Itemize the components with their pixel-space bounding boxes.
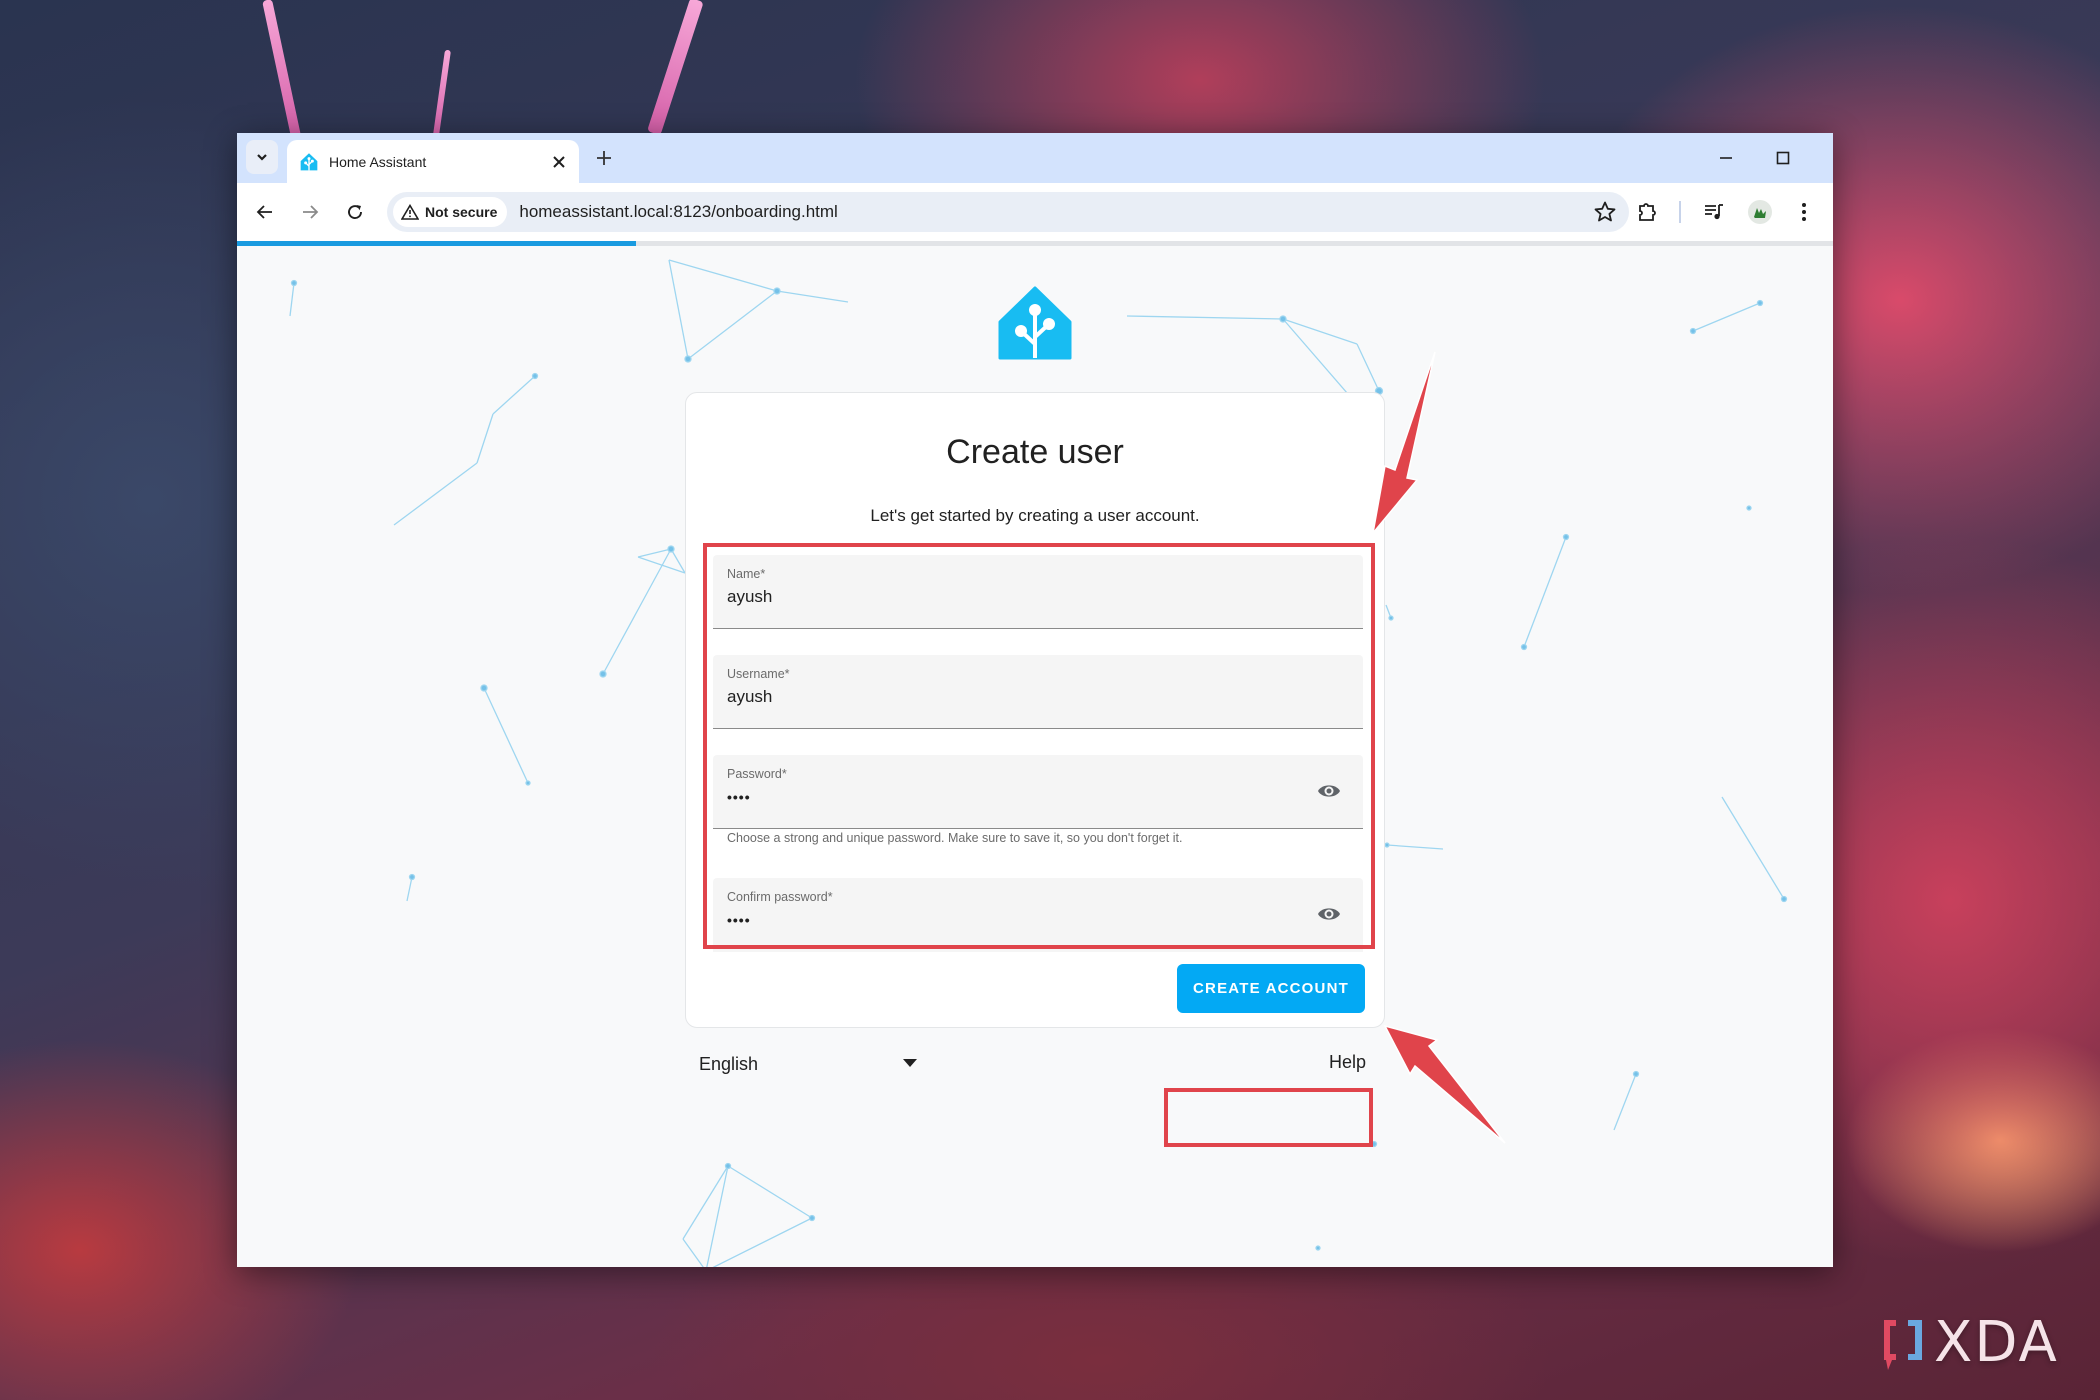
home-assistant-icon [300, 152, 318, 170]
window-close-button[interactable] [1820, 143, 1833, 173]
tab-home-assistant[interactable]: Home Assistant [287, 140, 579, 183]
new-tab-icon [597, 151, 611, 165]
tab-list-button[interactable] [246, 140, 278, 174]
page-subtitle: Let's get started by creating a user acc… [870, 506, 1200, 525]
close-icon[interactable] [547, 150, 571, 174]
username-input[interactable]: ayush [727, 687, 772, 707]
forward-icon [303, 205, 319, 219]
reload-button[interactable] [339, 196, 371, 228]
background-decoration [432, 49, 451, 140]
url-text[interactable]: homeassistant.local:8123/onboarding.html [519, 202, 837, 222]
name-input[interactable]: ayush [727, 587, 772, 607]
dropdown-caret-icon [903, 1059, 917, 1067]
window-close-icon [1832, 150, 1833, 166]
profile-button[interactable] [1744, 196, 1776, 228]
create-account-button[interactable]: CREATE ACCOUNT [1177, 964, 1365, 1013]
minimize-button[interactable] [1706, 143, 1746, 173]
bookmark-star-icon[interactable] [1593, 200, 1617, 224]
new-tab-button[interactable] [591, 145, 617, 171]
extensions-icon [1639, 203, 1656, 221]
username-label: Username* [727, 667, 790, 681]
address-bar[interactable]: Not secure homeassistant.local:8123/onbo… [387, 192, 1629, 232]
confirm-password-label: Confirm password* [727, 890, 833, 904]
show-password-icon[interactable] [1317, 779, 1341, 803]
name-label: Name* [727, 567, 766, 581]
profile-avatar-icon [1748, 200, 1772, 224]
tab-title: Home Assistant [329, 153, 427, 170]
more-menu-button[interactable] [1788, 196, 1820, 228]
page-viewport: Create user Let's get started by creatin… [237, 246, 1833, 1267]
back-icon [256, 205, 272, 219]
password-helper-text: Choose a strong and unique password. Mak… [727, 831, 1183, 845]
create-user-card: Create user Let's get started by creatin… [685, 392, 1385, 1028]
toolbar: Not secure homeassistant.local:8123/onbo… [237, 183, 1833, 241]
tab-strip: Home Assistant [237, 133, 1833, 183]
security-label: Not secure [425, 204, 498, 220]
forward-button[interactable] [294, 196, 326, 228]
background-decoration [647, 0, 704, 136]
password-label: Password* [727, 767, 787, 781]
warning-icon [401, 204, 419, 220]
password-input[interactable]: •••• [727, 789, 751, 805]
maximize-icon [1776, 151, 1790, 165]
back-button[interactable] [249, 196, 281, 228]
show-confirm-password-icon[interactable] [1317, 902, 1341, 926]
xda-logo-icon [1884, 1319, 1922, 1370]
more-menu-icon [1802, 203, 1806, 221]
xda-watermark: XDA [1880, 1310, 2059, 1375]
language-value: English [699, 1053, 759, 1074]
reload-icon [348, 205, 362, 219]
page-title: Create user [946, 433, 1124, 471]
browser-window: Home Assistant Not secure homeassistant.… [237, 133, 1833, 1267]
language-select[interactable]: English [699, 1049, 929, 1079]
maximize-button[interactable] [1763, 143, 1803, 173]
security-indicator[interactable]: Not secure [393, 197, 508, 227]
extensions-button[interactable] [1631, 196, 1663, 228]
name-field[interactable]: Name* ayush [713, 555, 1363, 629]
media-control-icon [1705, 204, 1723, 220]
minimize-icon [1720, 157, 1732, 159]
password-field[interactable]: Password* •••• [713, 755, 1363, 829]
chevron-down-icon [257, 154, 267, 161]
confirm-password-input[interactable]: •••• [727, 912, 751, 928]
confirm-password-field[interactable]: Confirm password* •••• [713, 878, 1363, 952]
home-assistant-logo [998, 286, 1072, 360]
toolbar-divider [1679, 201, 1681, 223]
username-field[interactable]: Username* ayush [713, 655, 1363, 729]
media-control-button[interactable] [1698, 196, 1730, 228]
background-decoration [262, 0, 301, 138]
help-link[interactable]: Help [1329, 1052, 1366, 1073]
xda-watermark-text: XDA [1934, 1310, 2059, 1375]
